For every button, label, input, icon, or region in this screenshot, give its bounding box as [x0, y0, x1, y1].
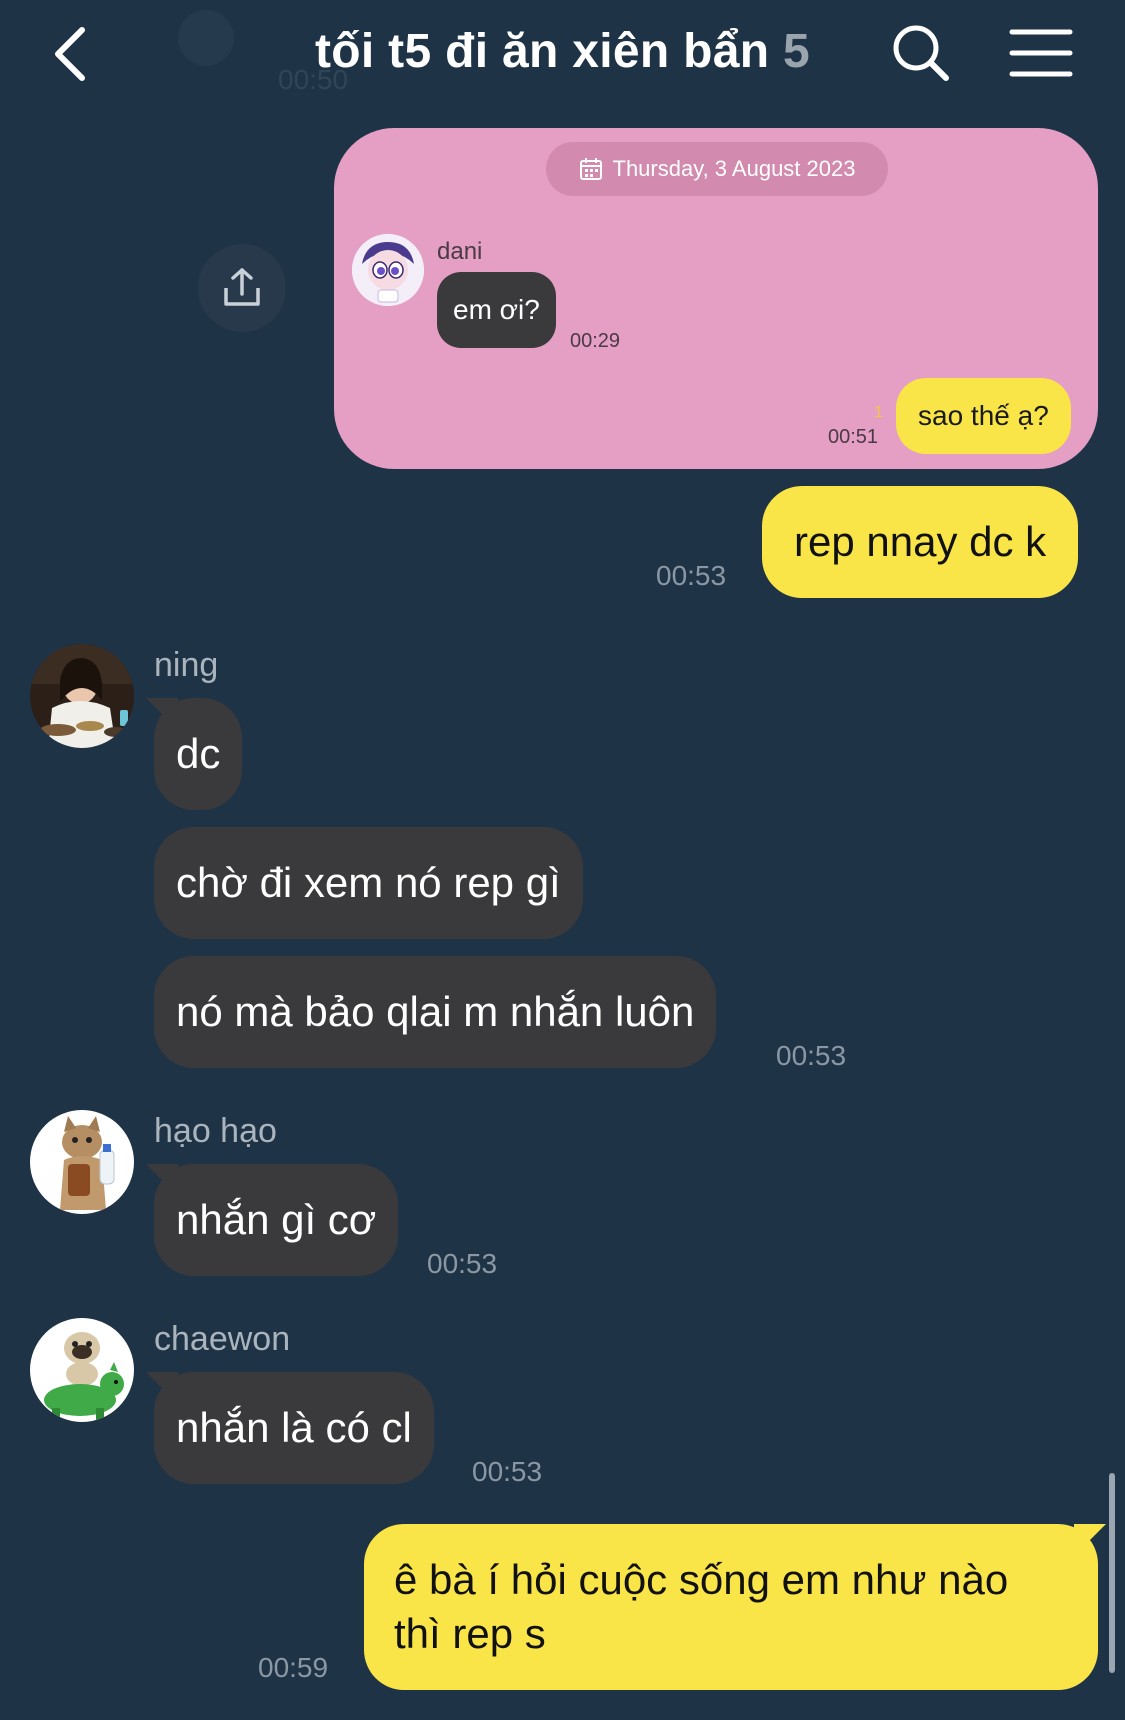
sender-name: hạo hạo	[154, 1112, 277, 1150]
date-text: Thursday, 3 August 2023	[612, 156, 856, 181]
my-message-bubble[interactable]: ê bà í hỏi cuộc sống em như nào thì rep …	[364, 1524, 1098, 1690]
sender-name: ning	[154, 646, 219, 684]
message-time: 00:29	[570, 330, 621, 352]
chat-screen: 00:50 tối t5 đi ăn xiên bẩn 5 Thursday, …	[0, 0, 1125, 1720]
reply-bubble: sao thế ạ?	[896, 378, 1071, 454]
my-message-bubble[interactable]: rep nnay dc k	[762, 486, 1079, 598]
chat-header: 00:50 tối t5 đi ăn xiên bẩn 5	[0, 0, 1125, 108]
reply-time: 00:51	[828, 426, 879, 448]
shared-conversation-card[interactable]: Thursday, 3 August 2023 dani em ơi? 00:2…	[334, 128, 1098, 469]
chat-title-text: tối t5 đi ăn xiên bẩn	[315, 25, 770, 78]
their-message-bubble[interactable]: nhắn gì cơ	[154, 1164, 399, 1276]
message-time: 00:53	[776, 1040, 847, 1071]
their-message-bubble[interactable]: nhắn là có cl	[154, 1372, 434, 1484]
share-button[interactable]	[198, 244, 286, 332]
avatar-ning[interactable]	[30, 644, 134, 748]
calendar-icon	[579, 158, 602, 180]
sender-name: dani	[437, 238, 483, 265]
their-message-bubble[interactable]: chờ đi xem nó rep gì	[154, 827, 583, 939]
share-icon	[224, 268, 260, 306]
message-text-line-1: ê bà í hỏi cuộc sống em như nào	[394, 1556, 1009, 1603]
sender-name: chaewon	[154, 1320, 291, 1358]
message-text: nhắn là có cl	[176, 1404, 412, 1451]
message-time: 00:53	[427, 1248, 498, 1279]
message-time: 00:53	[656, 560, 727, 591]
their-message-bubble[interactable]: nó mà bảo qlai m nhắn luôn	[154, 956, 717, 1068]
message-bubble: em ơi?	[437, 272, 556, 348]
message-time: 00:53	[472, 1456, 543, 1487]
search-button[interactable]	[888, 22, 956, 86]
menu-button[interactable]	[1008, 26, 1074, 80]
message-text: chờ đi xem nó rep gì	[176, 859, 561, 906]
message-time: 00:59	[258, 1652, 329, 1683]
scrollbar[interactable]	[1109, 1473, 1115, 1673]
message-text: rep nnay dc k	[794, 518, 1047, 565]
chat-title: tối t5 đi ăn xiên bẩn 5	[0, 24, 1125, 79]
read-count: 1	[874, 404, 883, 421]
date-divider: Thursday, 3 August 2023	[546, 142, 888, 196]
message-text-line-2: thì rep s	[394, 1610, 546, 1657]
message-text: nó mà bảo qlai m nhắn luôn	[176, 988, 695, 1035]
message-text: dc	[176, 730, 221, 777]
avatar-dani	[352, 234, 424, 306]
avatar-hao-hao[interactable]	[30, 1110, 134, 1214]
message-text: nhắn gì cơ	[176, 1196, 377, 1243]
their-message-bubble[interactable]: dc	[154, 698, 243, 810]
hamburger-menu-icon	[1009, 29, 1073, 77]
avatar-chaewon[interactable]	[30, 1318, 134, 1422]
member-count: 5	[783, 25, 810, 78]
search-icon	[893, 25, 949, 81]
